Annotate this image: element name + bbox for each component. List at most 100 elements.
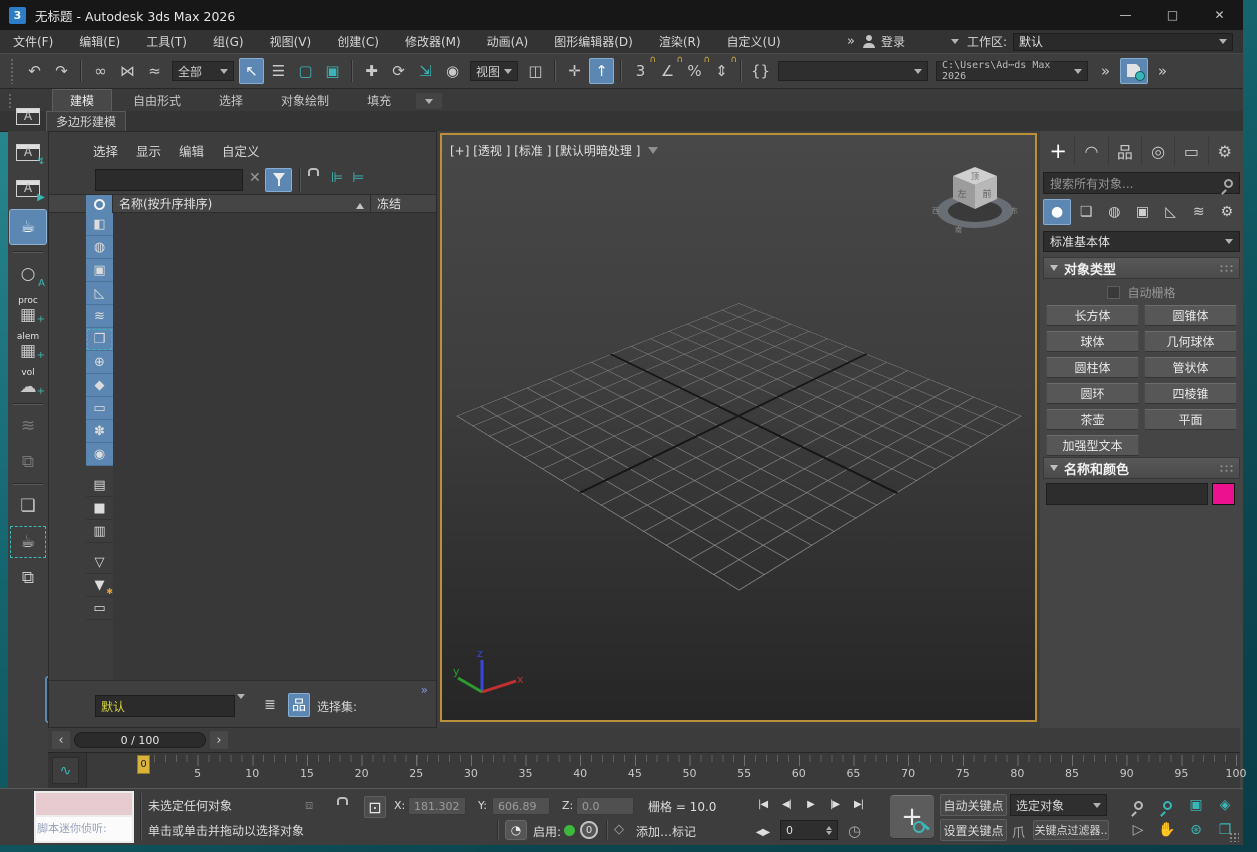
display-object-visibility-icon[interactable]: ◉	[86, 443, 113, 466]
create-plane-button[interactable]: 平面	[1144, 409, 1237, 430]
listener-label[interactable]: 脚本迷你侦听:	[36, 817, 132, 839]
display-properties-icon[interactable]: ▥	[86, 520, 113, 543]
create-proc-icon[interactable]: proc ▦ +	[11, 295, 45, 325]
menu-overflow-icon[interactable]: »	[847, 34, 855, 49]
notification-badge[interactable]: 0	[580, 821, 598, 839]
perspective-viewport[interactable]: [+] [透视 ] [标准 ] [默认明暗处理 ] 顶 左 前 西 东 南 z …	[440, 133, 1037, 722]
window-crossing-icon[interactable]: ▣	[320, 58, 345, 84]
selection-filter-dropdown[interactable]: 全部	[172, 61, 234, 81]
select-and-rotate-icon[interactable]: ⟳	[386, 58, 411, 84]
menu-modifiers[interactable]: 修改器(M)	[392, 30, 474, 53]
adaptive-degradation-button[interactable]: ◔	[505, 820, 527, 840]
object-color-swatch[interactable]	[1212, 483, 1235, 505]
create-torus-button[interactable]: 圆环	[1046, 383, 1139, 404]
batch-render-icon[interactable]: ❏	[11, 491, 45, 521]
autogrid-checkbox[interactable]	[1107, 286, 1120, 299]
menu-create[interactable]: 创建(C)	[324, 30, 392, 53]
display-geometry-icon[interactable]: ◧	[86, 213, 113, 236]
zoom-button[interactable]	[1124, 793, 1152, 817]
keyboard-shortcut-override-icon[interactable]: ↑	[589, 58, 614, 84]
absolute-mode-toggle[interactable]: ⊡	[364, 796, 386, 818]
ribbon-tab-modeling[interactable]: 建模	[52, 89, 112, 111]
more-toolbars-icon[interactable]: »	[1150, 58, 1175, 84]
spinner-snap-toggle-icon[interactable]: ⇕ ∩	[709, 58, 734, 84]
create-cone-button[interactable]: 圆锥体	[1144, 305, 1237, 326]
listener-macro-field[interactable]	[36, 793, 132, 817]
create-alembic-icon[interactable]: alem ▦ +	[11, 331, 45, 361]
display-bones-icon[interactable]: ◆	[86, 374, 113, 397]
menu-animation[interactable]: 动画(A)	[474, 30, 542, 53]
fluids-icon[interactable]: ≋	[11, 411, 45, 441]
go-to-start-button[interactable]: |◀	[752, 794, 773, 814]
select-by-name-icon[interactable]: ☰	[266, 58, 291, 84]
name-color-rollout-header[interactable]: 名称和颜色	[1043, 457, 1240, 479]
edit-named-selection-sets-icon[interactable]: {}	[748, 58, 773, 84]
render-setup-icon[interactable]: ☕	[9, 209, 47, 245]
create-sphere-button[interactable]: 球体	[1046, 331, 1139, 352]
display-xrefs-icon[interactable]: ⊕	[86, 351, 113, 374]
save-scene-icon[interactable]	[1120, 58, 1148, 84]
rollout-grip-icon[interactable]	[1219, 264, 1233, 273]
category-space-warps[interactable]: ≋	[1186, 199, 1212, 225]
object-name-field[interactable]	[1046, 483, 1208, 505]
create-pyramid-button[interactable]: 四棱锥	[1144, 383, 1237, 404]
menu-rendering[interactable]: 渲染(R)	[646, 30, 714, 53]
go-to-end-button[interactable]: ▶|	[848, 794, 869, 814]
time-slider-marker[interactable]: 0	[137, 755, 150, 774]
explorer-object-list[interactable]	[113, 213, 436, 680]
bind-to-space-warp-icon[interactable]: ≈	[142, 58, 167, 84]
display-groups-icon[interactable]: ❐	[86, 328, 113, 351]
maxscript-listener-icon[interactable]: A ↯	[11, 137, 45, 167]
next-frame-button[interactable]: |▶	[824, 794, 845, 814]
next-frame-arrow[interactable]: ›	[210, 731, 228, 749]
tab-create[interactable]: +	[1042, 137, 1074, 165]
project-folder-dropdown[interactable]: C:\Users\Ad⋯ds Max 2026	[936, 61, 1088, 81]
display-containers-icon[interactable]: ▭	[86, 397, 113, 420]
set-keys-button[interactable]: +	[890, 795, 934, 839]
category-lights[interactable]: ◍	[1101, 199, 1127, 225]
use-pivot-point-center-icon[interactable]: ◫	[523, 58, 548, 84]
zoom-all-button[interactable]	[1153, 793, 1181, 817]
current-frame-spinner[interactable]: 0	[780, 820, 838, 840]
display-none-icon[interactable]: ■	[86, 497, 113, 520]
create-tube-button[interactable]: 管状体	[1144, 357, 1237, 378]
tab-utilities[interactable]: ⚙	[1208, 137, 1241, 165]
name-column-header[interactable]: 名称(按升序排序)	[113, 195, 371, 212]
y-coord-field[interactable]: 606.89	[492, 797, 550, 815]
unlink-selection-icon[interactable]: ⋈	[115, 58, 140, 84]
key-filters-icon[interactable]: 爪	[1012, 822, 1025, 841]
display-space-warps-icon[interactable]: ≋	[86, 305, 113, 328]
explorer-menu-display[interactable]: 显示	[136, 141, 161, 160]
menu-customize[interactable]: 自定义(U)	[714, 30, 794, 53]
tab-hierarchy[interactable]: 品	[1108, 137, 1141, 165]
select-object-icon[interactable]: ↖	[239, 58, 264, 84]
tab-polygon-modeling[interactable]: 多边形建模	[46, 111, 126, 132]
percent-snap-toggle-icon[interactable]: % ∩	[682, 58, 707, 84]
create-geosphere-button[interactable]: 几何球体	[1144, 331, 1237, 352]
spinner-arrows[interactable]	[826, 823, 832, 838]
set-key-button[interactable]: 设置关键点	[940, 819, 1007, 841]
pick-container-icon[interactable]: ▭	[86, 597, 113, 620]
scene-converter-icon[interactable]: ⧉	[11, 447, 45, 477]
display-mode-dropdown[interactable]: 默认	[95, 695, 235, 717]
object-type-rollout-header[interactable]: 对象类型	[1043, 257, 1240, 279]
display-hierarchy-icon[interactable]: 品	[288, 693, 310, 717]
render-selected-icon[interactable]: ☕	[11, 527, 45, 557]
display-by-layer-icon[interactable]: ▤	[86, 474, 113, 497]
category-shapes[interactable]: ❏	[1073, 199, 1099, 225]
viewport-filter-icon[interactable]	[648, 147, 658, 159]
command-search-input[interactable]: 搜索所有对象...	[1043, 172, 1240, 194]
category-cameras[interactable]: ▣	[1129, 199, 1155, 225]
viewport-label[interactable]: [+] [透视 ] [标准 ] [默认明暗处理 ]	[450, 142, 658, 159]
ribbon-tab-selection[interactable]: 选择	[202, 90, 260, 111]
previous-frame-button[interactable]: ◀|	[776, 794, 797, 814]
time-slider[interactable]: 0 / 100	[74, 732, 206, 748]
menu-tools[interactable]: 工具(T)	[133, 30, 200, 53]
display-cameras-icon[interactable]: ▣	[86, 259, 113, 282]
filter-button[interactable]	[265, 168, 292, 192]
expand-tree-icon[interactable]: ⊫	[331, 170, 343, 186]
isolate-selection-icon[interactable]: ⧈	[305, 798, 313, 813]
ribbon-tab-object-paint[interactable]: 对象绘制	[264, 90, 346, 111]
ribbon-minimize-button[interactable]	[416, 93, 442, 109]
add-time-marker[interactable]: 添加…标记	[636, 823, 696, 840]
